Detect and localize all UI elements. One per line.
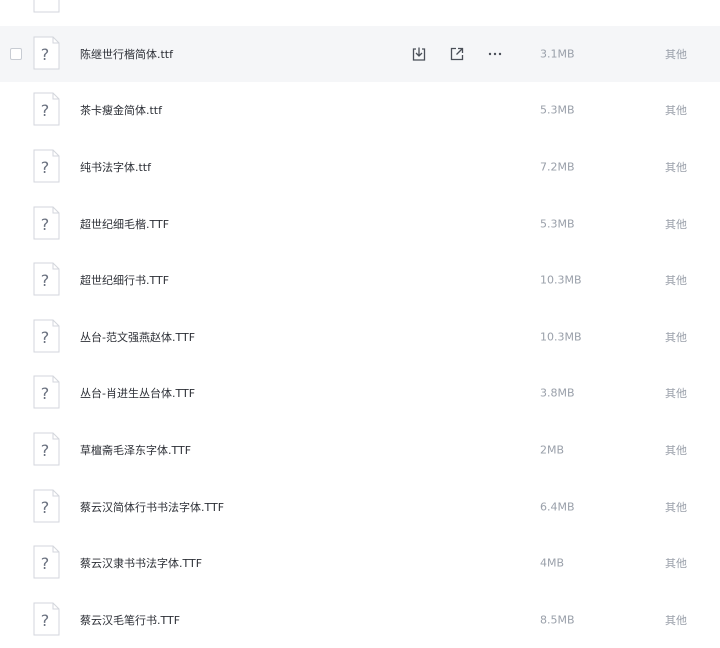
svg-text:?: ?	[41, 554, 50, 573]
file-size: 5.3MB	[540, 217, 575, 231]
file-type: 其他	[665, 47, 687, 61]
file-name: 蔡云汉隶书书法字体.TTF	[80, 557, 203, 571]
svg-text:?: ?	[41, 328, 50, 347]
unknown-file-icon: ?	[33, 602, 60, 636]
file-name: 丛台-范文强燕赵体.TTF	[80, 330, 196, 344]
file-type: 其他	[665, 104, 687, 118]
unknown-file-icon: ?	[33, 319, 60, 353]
file-name: 纯书法字体.ttf	[80, 161, 151, 175]
more-icon[interactable]	[486, 45, 504, 63]
unknown-file-icon: ?	[33, 432, 60, 466]
file-type: 其他	[665, 613, 687, 627]
download-icon[interactable]	[410, 45, 428, 63]
file-type: 其他	[665, 217, 687, 231]
row-actions	[410, 45, 524, 63]
file-size: 4MB	[540, 556, 565, 570]
unknown-file-icon: ?	[33, 545, 60, 579]
svg-text:?: ?	[41, 45, 50, 64]
unknown-file-icon: ?	[33, 36, 60, 70]
svg-text:?: ?	[41, 611, 50, 630]
file-type: 其他	[665, 387, 687, 401]
file-size: 7.2MB	[540, 160, 575, 174]
file-row[interactable]	[0, 0, 720, 26]
file-name: 超世纪细毛楷.TTF	[80, 217, 170, 231]
file-name: 超世纪细行书.TTF	[80, 274, 170, 288]
share-icon[interactable]	[448, 45, 466, 63]
svg-text:?: ?	[41, 158, 50, 177]
file-name: 陈继世行楷简体.ttf	[80, 47, 173, 61]
svg-text:?: ?	[41, 384, 50, 403]
file-name: 蔡云汉毛笔行书.TTF	[80, 613, 181, 627]
file-row[interactable]: ? 陈继世行楷简体.ttf 3.1MB 其他	[0, 25, 720, 83]
unknown-file-icon: ?	[33, 206, 60, 240]
file-row[interactable]: ? 草檀斋毛泽东字体.TTF 2MB 其他	[0, 422, 720, 479]
file-size: 3.1MB	[540, 47, 575, 61]
file-row[interactable]: ? 超世纪细毛楷.TTF 5.3MB 其他	[0, 195, 720, 252]
file-row[interactable]: ? 纯书法字体.ttf 7.2MB 其他	[0, 139, 720, 196]
svg-text:?: ?	[41, 101, 50, 120]
file-size: 5.3MB	[540, 103, 575, 117]
file-type: 其他	[665, 557, 687, 571]
file-row[interactable]: ? 蔡云汉毛笔行书.TTF 8.5MB 其他	[0, 592, 720, 648]
file-type: 其他	[665, 330, 687, 344]
file-name: 丛台-肖进生丛台体.TTF	[80, 387, 196, 401]
file-size: 10.3MB	[540, 330, 582, 344]
unknown-file-icon: ?	[33, 149, 60, 183]
file-size: 3.8MB	[540, 386, 575, 400]
unknown-file-icon: ?	[33, 375, 60, 409]
file-type: 其他	[665, 444, 687, 458]
file-size: 6.4MB	[540, 500, 575, 514]
svg-text:?: ?	[41, 498, 50, 517]
svg-text:?: ?	[41, 441, 50, 460]
unknown-file-icon: ?	[33, 489, 60, 523]
file-type: 其他	[665, 161, 687, 175]
file-type: 其他	[665, 500, 687, 514]
unknown-file-icon	[33, 0, 60, 13]
file-type: 其他	[665, 274, 687, 288]
file-list: ? 陈继世行楷简体.ttf 3.1MB 其他 ? 茶卡瘦金简体.ttf 5.3M…	[0, 0, 720, 648]
unknown-file-icon: ?	[33, 262, 60, 296]
file-row[interactable]: ? 丛台-肖进生丛台体.TTF 3.8MB 其他	[0, 365, 720, 422]
svg-text:?: ?	[41, 271, 50, 290]
file-name: 蔡云汉简体行书书法字体.TTF	[80, 500, 225, 514]
svg-text:?: ?	[41, 215, 50, 234]
file-name: 茶卡瘦金简体.ttf	[80, 104, 162, 118]
file-name: 草檀斋毛泽东字体.TTF	[80, 444, 192, 458]
row-checkbox[interactable]	[10, 47, 22, 60]
file-size: 2MB	[540, 443, 565, 457]
file-row[interactable]: ? 蔡云汉隶书书法字体.TTF 4MB 其他	[0, 535, 720, 592]
file-row[interactable]: ? 超世纪细行书.TTF 10.3MB 其他	[0, 252, 720, 309]
file-row[interactable]: ? 蔡云汉简体行书书法字体.TTF 6.4MB 其他	[0, 478, 720, 535]
file-row[interactable]: ? 丛台-范文强燕赵体.TTF 10.3MB 其他	[0, 309, 720, 366]
file-size: 8.5MB	[540, 613, 575, 627]
unknown-file-icon: ?	[33, 92, 60, 126]
file-size: 10.3MB	[540, 273, 582, 287]
file-row[interactable]: ? 茶卡瘦金简体.ttf 5.3MB 其他	[0, 82, 720, 139]
